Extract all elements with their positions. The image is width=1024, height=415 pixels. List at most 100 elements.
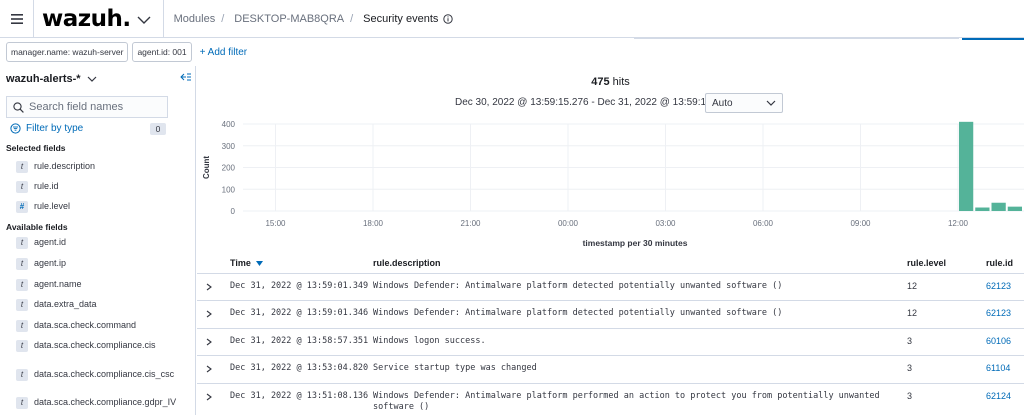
- table-header: Time rule.description rule.level rule.id: [197, 252, 1024, 274]
- y-tick-label: 300: [222, 142, 236, 151]
- chevron-right-icon[interactable]: [206, 338, 212, 346]
- field-item[interactable]: t agent.name: [16, 279, 174, 291]
- y-axis-label: Count: [202, 156, 211, 179]
- y-tick-label: 400: [222, 120, 236, 129]
- field-item[interactable]: # rule.level: [16, 201, 174, 213]
- field-search-input[interactable]: [29, 101, 159, 113]
- string-type-icon: t: [16, 181, 28, 193]
- breadcrumb-separator: /: [350, 12, 354, 25]
- field-name: rule.level: [34, 201, 71, 211]
- column-time[interactable]: Time: [230, 258, 264, 268]
- filter-pill-manager[interactable]: manager.name: wazuh-server: [6, 42, 129, 62]
- field-item[interactable]: t data.sca.check.compliance.cis_csc: [16, 369, 174, 381]
- x-tick-label: 21:00: [460, 219, 481, 228]
- collapse-sidebar-icon[interactable]: [180, 72, 191, 82]
- string-type-icon: t: [16, 258, 28, 270]
- table-row[interactable]: Dec 31, 2022 @ 13:58:57.351 Windows logo…: [197, 329, 1024, 356]
- field-name: rule.id: [34, 181, 59, 191]
- active-tab-indicator: [962, 38, 1024, 40]
- column-time-label: Time: [230, 258, 251, 268]
- interval-select[interactable]: Auto: [705, 93, 783, 113]
- cell-rule-level: 3: [907, 336, 913, 346]
- top-header: wazuh. Modules / DESKTOP-MAB8QRA / Secur…: [0, 0, 1024, 38]
- breadcrumb-agent[interactable]: DESKTOP-MAB8QRA: [234, 13, 344, 25]
- string-type-icon: t: [16, 299, 28, 311]
- y-tick-label: 200: [222, 164, 236, 173]
- field-name: data.sca.check.compliance.cis_csc: [34, 369, 175, 379]
- chevron-right-icon[interactable]: [206, 283, 212, 291]
- filter-pill-agent[interactable]: agent.id: 001: [132, 42, 192, 62]
- filter-by-type-button[interactable]: Filter by type: [10, 123, 83, 134]
- field-sidebar: wazuh-alerts-* Filter by type 0 Selected…: [0, 66, 196, 415]
- column-rule-description[interactable]: rule.description: [373, 258, 441, 268]
- menu-button[interactable]: [0, 0, 34, 38]
- field-item[interactable]: t data.extra_data: [16, 299, 174, 311]
- field-item[interactable]: t rule.description: [16, 161, 174, 173]
- cell-time: Dec 31, 2022 @ 13:58:57.351: [230, 336, 369, 346]
- field-name: data.sca.check.compliance.cis: [34, 340, 156, 350]
- column-rule-id[interactable]: rule.id: [986, 258, 1013, 268]
- field-name: agent.name: [34, 279, 82, 289]
- chevron-down-icon: [87, 76, 97, 82]
- info-icon[interactable]: [443, 13, 454, 24]
- breadcrumb-security-events: Security events: [363, 12, 439, 25]
- field-name: data.extra_data: [34, 299, 97, 309]
- field-item[interactable]: t agent.ip: [16, 258, 174, 270]
- table-row[interactable]: Dec 31, 2022 @ 13:59:01.346 Windows Defe…: [197, 301, 1024, 329]
- add-filter-button[interactable]: + Add filter: [200, 47, 248, 58]
- cell-rule-id[interactable]: 61104: [986, 363, 1010, 373]
- breadcrumb-separator: /: [221, 12, 225, 25]
- chevron-down-icon[interactable]: [137, 16, 151, 24]
- discover-main: 475 hits Dec 30, 2022 @ 13:59:15.276 - D…: [197, 66, 1024, 415]
- histogram-bar[interactable]: [975, 207, 990, 211]
- field-item[interactable]: t data.sca.check.compliance.cis: [16, 340, 174, 352]
- interval-value: Auto: [712, 97, 733, 109]
- histogram-bar[interactable]: [991, 202, 1006, 211]
- table-row[interactable]: Dec 31, 2022 @ 13:51:08.136 Windows Defe…: [197, 384, 1024, 415]
- chevron-down-icon: [766, 100, 776, 106]
- cell-description: Service startup type was changed: [373, 363, 537, 373]
- column-rule-level[interactable]: rule.level: [907, 258, 946, 268]
- string-type-icon: t: [16, 369, 28, 381]
- y-tick-label: 100: [222, 185, 236, 194]
- search-bar-border: [634, 38, 959, 39]
- cell-rule-level: 3: [907, 391, 913, 401]
- search-icon: [13, 101, 24, 113]
- field-name: rule.description: [34, 161, 96, 171]
- filter-bar: manager.name: wazuh-server agent.id: 001…: [0, 38, 1024, 66]
- filter-icon: [10, 123, 21, 134]
- x-tick-label: 09:00: [850, 219, 871, 228]
- cell-rule-level: 12: [907, 308, 918, 318]
- field-item[interactable]: t data.sca.check.compliance.gdpr_IV: [16, 397, 176, 409]
- field-search-box[interactable]: [6, 96, 168, 118]
- index-pattern-selector[interactable]: wazuh-alerts-*: [6, 73, 97, 85]
- field-item[interactable]: t data.sca.check.command: [16, 320, 174, 332]
- field-item[interactable]: t agent.id: [16, 237, 174, 249]
- cell-rule-id[interactable]: 62124: [986, 391, 1011, 401]
- hits-summary: 475 hits: [197, 76, 1024, 88]
- histogram-bar[interactable]: [1007, 206, 1022, 211]
- chevron-right-icon[interactable]: [206, 365, 212, 373]
- y-tick-label: 0: [231, 207, 236, 216]
- breadcrumb-modules[interactable]: Modules: [174, 13, 216, 25]
- string-type-icon: t: [16, 340, 28, 352]
- cell-time: Dec 31, 2022 @ 13:53:04.820: [230, 363, 369, 373]
- available-fields-title: Available fields: [6, 222, 68, 232]
- cell-time: Dec 31, 2022 @ 13:59:01.349: [230, 281, 369, 291]
- string-type-icon: t: [16, 161, 28, 173]
- wazuh-logo[interactable]: wazuh.: [42, 6, 131, 32]
- cell-rule-id[interactable]: 62123: [986, 308, 1011, 318]
- cell-rule-id[interactable]: 60106: [986, 336, 1011, 346]
- histogram-bar[interactable]: [959, 121, 974, 211]
- chevron-right-icon[interactable]: [206, 393, 212, 401]
- cell-description: Windows Defender: Antimalware platform p…: [373, 391, 880, 412]
- chevron-right-icon[interactable]: [206, 310, 212, 318]
- cell-description: Windows Defender: Antimalware platform d…: [373, 308, 783, 318]
- x-tick-label: 18:00: [363, 219, 384, 228]
- field-name: agent.ip: [34, 258, 67, 268]
- field-item[interactable]: t rule.id: [16, 181, 174, 193]
- table-row[interactable]: Dec 31, 2022 @ 13:53:04.820 Service star…: [197, 356, 1024, 384]
- sort-down-icon[interactable]: [256, 261, 264, 266]
- table-row[interactable]: Dec 31, 2022 @ 13:59:01.349 Windows Defe…: [197, 274, 1024, 301]
- cell-rule-id[interactable]: 62123: [986, 281, 1011, 291]
